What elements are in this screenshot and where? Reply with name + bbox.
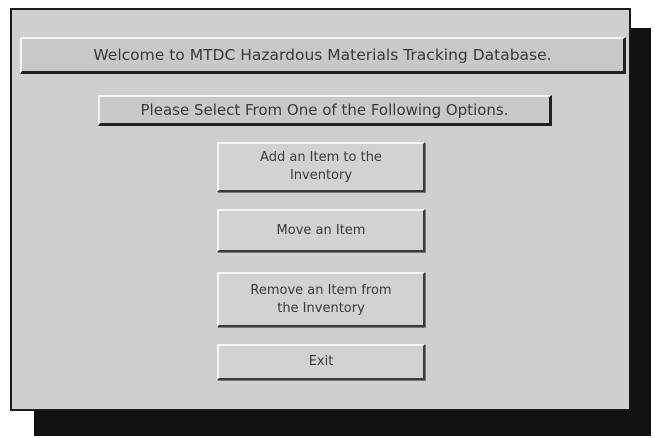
main-menu-form: Welcome to MTDC Hazardous Materials Trac… xyxy=(10,8,631,411)
add-item-button[interactable]: Add an Item to the Inventory xyxy=(217,142,425,192)
remove-item-button[interactable]: Remove an Item from the Inventory xyxy=(217,272,425,327)
instructions-label: Please Select From One of the Following … xyxy=(98,95,552,126)
move-item-button[interactable]: Move an Item xyxy=(217,209,425,252)
exit-button[interactable]: Exit xyxy=(217,344,425,380)
welcome-banner: Welcome to MTDC Hazardous Materials Trac… xyxy=(20,37,626,74)
